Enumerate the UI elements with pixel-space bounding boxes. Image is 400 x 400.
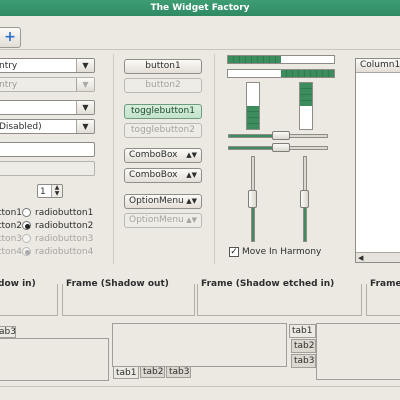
button-1[interactable]: button1 (124, 59, 202, 74)
combo-entry-1-text: ntry (0, 61, 18, 71)
column-header[interactable]: Column1 (356, 59, 400, 73)
option-menu-1-label: OptionMenu (129, 196, 184, 206)
tab-3-left[interactable]: ab3 (0, 326, 16, 338)
progress-fill (247, 106, 259, 129)
frame-2-label: Frame (Shadow out) (64, 279, 171, 290)
radio-label-b3: radiobutton3 (35, 234, 94, 244)
combo-entry-2-text: ntry (0, 80, 18, 90)
text-entry[interactable] (0, 142, 95, 157)
progress-bar-h1 (227, 55, 335, 64)
tab-bottom-1[interactable]: tab1 (113, 366, 139, 379)
option-menu-2-disabled: OptionMenu ▲▼ (124, 213, 202, 228)
notebook-bottom-page (112, 323, 287, 367)
hscale-fill (229, 135, 275, 137)
notebook-right-page (316, 323, 400, 380)
text-entry-disabled (0, 161, 95, 176)
radio-button-1[interactable] (22, 208, 31, 217)
radio-label-a1[interactable]: tton1 (0, 208, 22, 218)
radio-button-2[interactable] (22, 221, 31, 230)
tab-right-2[interactable]: tab2 (291, 339, 316, 353)
button-2-disabled: button2 (124, 78, 202, 93)
frame-4-label: Frame (368, 279, 400, 290)
tab-bottom-2[interactable]: tab2 (140, 366, 165, 378)
move-in-harmony-checkbox[interactable]: ✓ (229, 247, 239, 257)
radio-label-a4: tton4 (0, 247, 22, 257)
updown-arrow-icon: ▲▼ (186, 171, 197, 179)
radio-label-b4: radiobutton4 (35, 247, 94, 257)
radio-button-4 (22, 247, 31, 256)
checkbox-label[interactable]: Move In Harmony (242, 247, 321, 257)
toggle-button-1[interactable]: togglebutton1 (124, 104, 202, 119)
chevron-down-icon: ▼ (76, 78, 94, 91)
hscale-1-slider[interactable] (272, 131, 290, 140)
vscale-2-slider[interactable] (300, 190, 309, 208)
frame-1-label: dow in) (0, 279, 38, 290)
notebook-left-page (0, 338, 109, 381)
radio-button-3 (22, 234, 31, 243)
plus-icon[interactable]: + (0, 27, 21, 48)
radio-label-b2[interactable]: radiobutton2 (35, 221, 93, 231)
progress-bar-v1 (246, 82, 260, 130)
spin-arrows-icon[interactable]: ▲ ▼ (51, 185, 62, 197)
hscale-fill (229, 147, 275, 149)
option-menu-1[interactable]: OptionMenu ▲▼ (124, 194, 202, 209)
combo-entry-1[interactable]: ntry ▼ (0, 58, 95, 73)
column-divider (214, 54, 215, 264)
toolbar-divider (0, 49, 400, 50)
horizontal-scrollbar[interactable]: ◀ (356, 252, 400, 262)
toggle-button-2-disabled: togglebutton2 (124, 123, 202, 138)
window-title: The Widget Factory (0, 0, 400, 16)
combobox-2[interactable]: ComboBox ▲▼ (124, 168, 202, 183)
radio-label-b1[interactable]: radiobutton1 (35, 208, 93, 218)
frame-3-label: Frame (Shadow etched in) (199, 279, 337, 290)
column-divider (113, 54, 114, 264)
progress-fill (281, 70, 334, 77)
chevron-down-icon[interactable]: ▼ (76, 59, 94, 72)
radio-group-b: radiobutton1 radiobutton2 radiobutton3 r… (22, 208, 100, 260)
combobox-1[interactable]: ComboBox ▲▼ (124, 148, 202, 163)
tab-right-3[interactable]: tab3 (291, 354, 316, 368)
updown-arrow-icon: ▲▼ (186, 151, 197, 159)
combo-entry-2-disabled: ntry ▼ (0, 77, 95, 92)
progress-bar-v2 (299, 82, 313, 130)
arrow-left-icon[interactable]: ◀ (358, 253, 363, 263)
progress-fill (300, 83, 312, 106)
spin-value: 1 (40, 187, 46, 197)
bottom-divider (0, 386, 400, 387)
combo-box-disabled-text: Disabled) (0, 122, 42, 132)
tab-bottom-3[interactable]: tab3 (166, 366, 191, 378)
vscale-1-slider[interactable] (248, 190, 257, 208)
spin-button[interactable]: 1 ▲ ▼ (37, 184, 63, 198)
combobox-1-label: ComboBox (129, 150, 178, 160)
updown-arrow-icon: ▲▼ (186, 216, 197, 224)
updown-arrow-icon: ▲▼ (186, 197, 197, 205)
combobox-2-label: ComboBox (129, 170, 178, 180)
progress-fill (228, 56, 281, 63)
chevron-down-icon[interactable]: ▼ (76, 120, 94, 133)
progress-bar-h2 (227, 69, 335, 78)
tab-right-1[interactable]: tab1 (289, 324, 316, 338)
option-menu-2-label: OptionMenu (129, 215, 184, 225)
radio-label-a3: tton3 (0, 234, 22, 244)
hscale-2-slider[interactable] (272, 143, 290, 152)
tree-view[interactable]: Column1 ◀ (355, 58, 400, 263)
combo-box-disabled[interactable]: Disabled) ▼ (0, 119, 95, 134)
chevron-down-icon[interactable]: ▼ (76, 101, 94, 114)
radio-label-a2[interactable]: tton2 (0, 221, 22, 231)
combo-box-1[interactable]: ▼ (0, 100, 95, 115)
